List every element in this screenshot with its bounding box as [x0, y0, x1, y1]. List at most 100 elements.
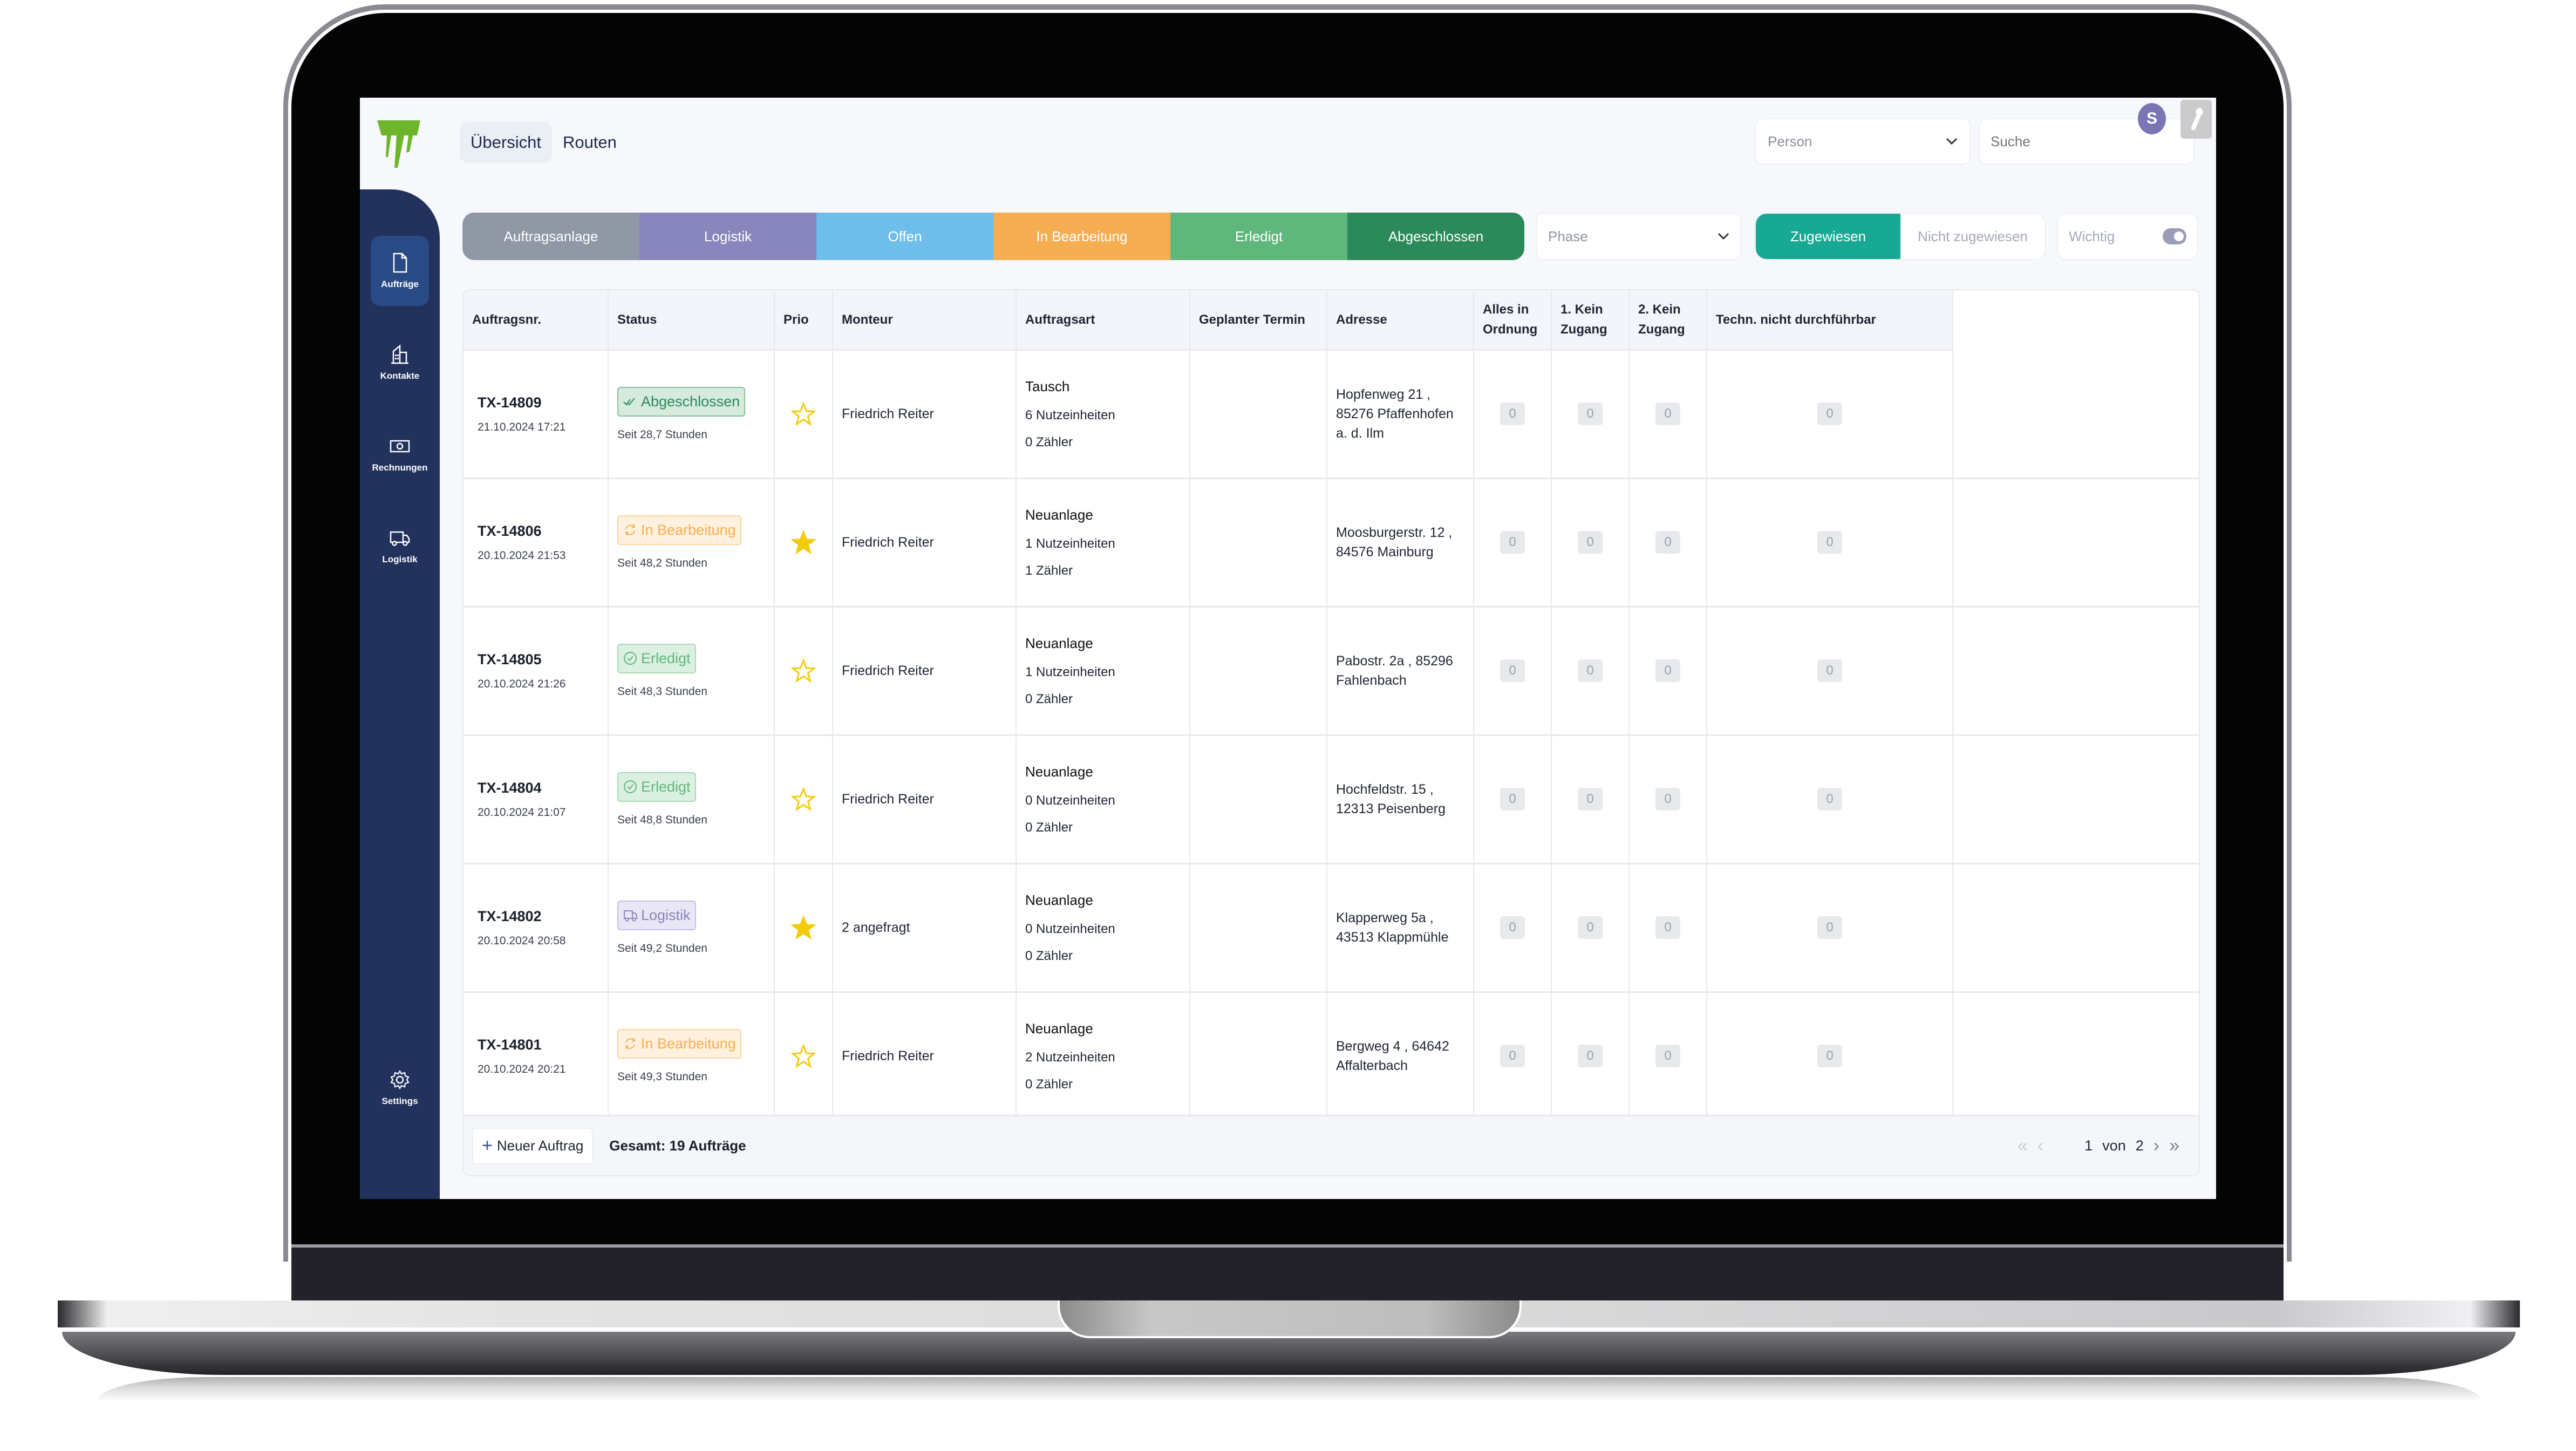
table-row[interactable]: TX-14804 20.10.2024 21:07 Erledigt Seit … — [464, 735, 2199, 864]
person-select-placeholder: Person — [1768, 133, 1812, 149]
status-since: Seit 49,3 Stunden — [617, 1070, 707, 1083]
order-number[interactable]: TX-14801 — [472, 1037, 599, 1053]
star-outline-icon[interactable] — [791, 401, 816, 426]
cell-order: TX-14801 20.10.2024 20:21 — [464, 992, 609, 1121]
laptop-base — [62, 1332, 2516, 1375]
star-outline-icon[interactable] — [791, 787, 816, 812]
count-badge: 0 — [1578, 1045, 1603, 1067]
user-avatar[interactable]: S — [2138, 103, 2166, 134]
column-header[interactable]: Status — [608, 290, 775, 351]
column-header[interactable]: Auftragsnr. — [464, 290, 609, 351]
tab-routen[interactable]: Routen — [552, 122, 628, 163]
cell-count: 0 — [1551, 350, 1630, 479]
sidebar-item-logistik[interactable]: Logistik — [371, 511, 429, 581]
address: Klapperweg 5a , 43513 Klappmühle — [1336, 910, 1449, 945]
count-badge: 0 — [1500, 531, 1525, 554]
important-label: Wichtig — [2069, 228, 2115, 244]
status-label: Erledigt — [641, 778, 691, 795]
tools-button[interactable] — [2180, 100, 2212, 139]
status-since: Seit 28,7 Stunden — [617, 428, 707, 441]
count-badge: 0 — [1500, 788, 1525, 810]
star-filled-icon[interactable] — [791, 530, 816, 555]
refresh-icon — [625, 524, 636, 536]
status-label: Abgeschlossen — [641, 393, 740, 410]
star-outline-icon[interactable] — [791, 1044, 816, 1068]
units-count: 1 Nutzeinheiten — [1025, 664, 1115, 679]
order-number[interactable]: TX-14804 — [472, 780, 599, 796]
column-header[interactable]: 2. Kein Zugang — [1629, 290, 1707, 351]
order-number[interactable]: TX-14809 — [472, 394, 599, 411]
column-header[interactable]: Alles in Ordnung — [1474, 290, 1552, 351]
column-header[interactable]: Adresse — [1327, 290, 1474, 351]
sidebar-item-label: Aufträge — [381, 279, 419, 289]
tab-uebersicht[interactable]: Übersicht — [460, 122, 552, 163]
cell-auftragsart: Neuanlage 1 Nutzeinheiten 1 Zähler — [1016, 478, 1190, 608]
order-date: 20.10.2024 20:58 — [478, 934, 566, 947]
sidebar-item-auftraege[interactable]: Aufträge — [371, 236, 429, 306]
cell-termin — [1190, 350, 1327, 479]
phase-select[interactable]: Phase — [1536, 213, 1741, 260]
cell-spacer — [1953, 350, 2199, 479]
phase-filter-offen[interactable]: Offen — [816, 213, 993, 260]
table-row[interactable]: TX-14805 20.10.2024 21:26 Erledigt Seit … — [464, 607, 2199, 736]
sidebar-item-settings[interactable]: Settings — [371, 1053, 429, 1123]
column-header[interactable]: 1. Kein Zugang — [1551, 290, 1630, 351]
person-select[interactable]: Person — [1755, 118, 1971, 165]
phase-filter-in-bearbeitung[interactable]: In Bearbeitung — [993, 213, 1170, 260]
cell-status: Logistik Seit 49,2 Stunden — [608, 863, 775, 993]
cell-count: 0 — [1474, 350, 1552, 479]
column-header[interactable]: Monteur — [833, 290, 1017, 351]
count-badge: 0 — [1500, 659, 1525, 682]
status-since: Seit 48,3 Stunden — [617, 685, 707, 698]
order-date: 20.10.2024 21:53 — [478, 549, 566, 562]
star-outline-icon[interactable] — [791, 658, 816, 683]
column-header[interactable]: Prio — [774, 290, 833, 351]
status-label: Logistik — [641, 907, 691, 923]
order-number[interactable]: TX-14802 — [472, 908, 599, 925]
sidebar-item-label: Logistik — [382, 554, 418, 564]
prev-page-icon[interactable]: ‹ — [2037, 1135, 2043, 1156]
table-row[interactable]: TX-14806 20.10.2024 21:53 In Bearbeitung… — [464, 478, 2199, 608]
order-date: 20.10.2024 20:21 — [478, 1062, 566, 1075]
status-since: Seit 48,2 Stunden — [617, 556, 707, 569]
last-page-icon[interactable]: » — [2169, 1135, 2179, 1156]
cell-prio — [774, 863, 833, 993]
cell-monteur: Friedrich Reiter — [833, 607, 1017, 736]
filter-zugewiesen[interactable]: Zugewiesen — [1756, 214, 1900, 259]
new-order-button[interactable]: + Neuer Auftrag — [472, 1127, 594, 1164]
column-header[interactable]: Geplanter Termin — [1190, 290, 1327, 351]
cell-count: 0 — [1474, 478, 1552, 608]
first-page-icon[interactable]: « — [2018, 1135, 2028, 1156]
filter-nicht-zugewiesen[interactable]: Nicht zugewiesen — [1900, 214, 2045, 259]
star-filled-icon[interactable] — [791, 915, 816, 940]
status-label: Erledigt — [641, 650, 691, 666]
phase-select-placeholder: Phase — [1548, 228, 1588, 244]
phase-filter-abgeschlossen[interactable]: Abgeschlossen — [1347, 213, 1524, 260]
cell-spacer — [1953, 735, 2199, 864]
banknote-icon — [390, 440, 410, 453]
address: Bergweg 4 , 64642 Affalterbach — [1336, 1038, 1449, 1073]
laptop-hinge-notch — [1058, 1300, 1522, 1338]
gear-icon — [390, 1069, 410, 1090]
table-row[interactable]: TX-14801 20.10.2024 20:21 In Bearbeitung… — [464, 992, 2199, 1121]
phase-filter-logistik[interactable]: Logistik — [639, 213, 816, 260]
count-badge: 0 — [1500, 916, 1525, 939]
sidebar-item-kontakte[interactable]: Kontakte — [371, 328, 429, 398]
order-type: Tausch — [1025, 378, 1070, 394]
important-toggle[interactable] — [2163, 228, 2186, 244]
sidebar: Aufträge Kontakte Rechnungen Logistik Se… — [360, 189, 440, 1199]
truck-icon — [390, 531, 410, 546]
order-number[interactable]: TX-14805 — [472, 651, 599, 668]
cell-prio — [774, 735, 833, 864]
column-header[interactable]: Techn. nicht durchführbar — [1707, 290, 1953, 351]
table-row[interactable]: TX-14802 20.10.2024 20:58 Logistik Seit … — [464, 863, 2199, 993]
next-page-icon[interactable]: › — [2154, 1135, 2159, 1156]
table-row[interactable]: TX-14809 21.10.2024 17:21 Abgeschlossen … — [464, 350, 2199, 479]
column-header[interactable]: Auftragsart — [1016, 290, 1190, 351]
phase-filter-auftragsanlage[interactable]: Auftragsanlage — [462, 213, 639, 260]
check-circle-icon — [624, 652, 637, 665]
phase-filter-erledigt[interactable]: Erledigt — [1170, 213, 1347, 260]
order-number[interactable]: TX-14806 — [472, 523, 599, 540]
cell-count: 0 — [1474, 863, 1552, 993]
sidebar-item-rechnungen[interactable]: Rechnungen — [371, 419, 429, 489]
